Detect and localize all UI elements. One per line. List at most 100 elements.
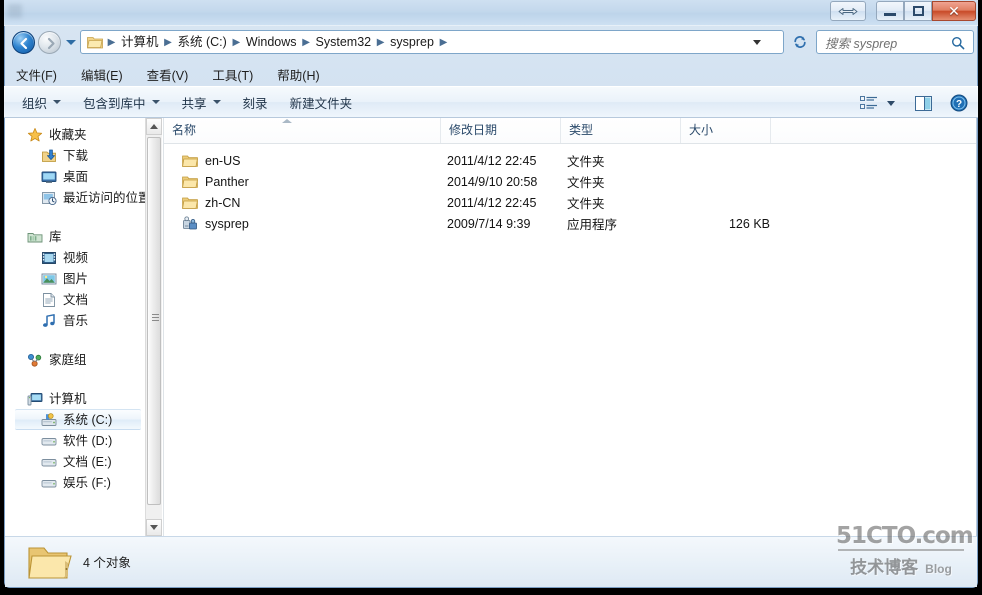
burn-button[interactable]: 刻录 [243, 93, 268, 112]
help-icon[interactable]: ? [950, 94, 968, 112]
table-row[interactable]: en-US 2011/4/12 22:45 文件夹 [164, 150, 976, 171]
sidebar-label: 音乐 [63, 313, 89, 328]
breadcrumb-separator[interactable]: ▶ [300, 37, 313, 48]
star-icon [27, 127, 43, 141]
file-type-cell: 文件夹 [567, 155, 605, 169]
chevron-down-icon [212, 100, 221, 104]
table-row[interactable]: zh-CN 2011/4/12 22:45 文件夹 [164, 192, 976, 213]
back-button[interactable] [12, 31, 35, 54]
menu-tools[interactable]: 工具(T) [212, 65, 253, 84]
sidebar-item-recent-places[interactable]: 最近访问的位置 [5, 187, 145, 208]
column-header-type[interactable]: 类型 [561, 118, 681, 143]
sidebar-item-music[interactable]: 音乐 [5, 310, 145, 331]
breadcrumb-computer[interactable]: 计算机 [118, 31, 162, 53]
file-date-cell: 2009/7/14 9:39 [447, 216, 531, 231]
refresh-button[interactable] [790, 31, 810, 53]
breadcrumb-separator[interactable]: ▶ [374, 37, 387, 48]
breadcrumb-separator: ▶ [107, 36, 116, 48]
sidebar-item-entertainment-f[interactable]: 娱乐 (F:) [5, 472, 145, 493]
search-input[interactable]: 搜索 sysprep [825, 33, 897, 52]
menu-edit[interactable]: 编辑(E) [81, 65, 123, 84]
chevron-up-icon [150, 124, 158, 129]
table-row[interactable]: sysprep 2009/7/14 9:39 应用程序 126 KB [164, 213, 976, 234]
breadcrumb-system-c[interactable]: 系统 (C:) [175, 31, 230, 53]
nav-group-libraries: 库 视频 图片 文档 音乐 [5, 226, 145, 331]
window-title [28, 4, 138, 17]
forward-button[interactable] [38, 31, 61, 54]
close-button[interactable]: ✕ [932, 1, 976, 21]
sidebar-label: 文档 (E:) [63, 454, 112, 469]
minimize-button[interactable] [876, 1, 904, 21]
table-row[interactable]: Panther 2014/9/10 20:58 文件夹 [164, 171, 976, 192]
history-dropdown-button[interactable] [66, 40, 76, 45]
file-name-cell[interactable]: zh-CN [182, 195, 240, 211]
sidebar-item-software-d[interactable]: 软件 (D:) [5, 430, 145, 451]
maximize-icon [912, 6, 924, 16]
breadcrumb-separator[interactable]: ▶ [437, 37, 450, 48]
file-date-cell: 2011/4/12 22:45 [447, 153, 537, 168]
sidebar-item-homegroup[interactable]: 家庭组 [5, 349, 145, 370]
share-with-button[interactable]: 共享 [182, 93, 221, 112]
sidebar-item-documents[interactable]: 文档 [5, 289, 145, 310]
search-box[interactable]: 搜索 sysprep [816, 30, 974, 54]
preview-pane-icon[interactable] [915, 95, 932, 111]
window-right-border [978, 0, 982, 595]
recent-places-icon [42, 191, 57, 205]
menu-file[interactable]: 文件(F) [16, 65, 57, 84]
include-in-library-button[interactable]: 包含到库中 [83, 93, 160, 112]
folder-icon [87, 37, 103, 49]
file-name-label: en-US [205, 153, 241, 168]
videos-icon [42, 251, 56, 264]
breadcrumb-sysprep[interactable]: sysprep [387, 31, 437, 53]
sidebar-item-computer[interactable]: 计算机 [5, 388, 145, 409]
restore-window-button[interactable] [830, 1, 866, 21]
sidebar-item-videos[interactable]: 视频 [5, 247, 145, 268]
system-drive-icon [41, 412, 57, 426]
sidebar-label: 桌面 [63, 169, 89, 184]
breadcrumb-system32[interactable]: System32 [313, 31, 375, 53]
file-type-cell: 应用程序 [567, 218, 618, 232]
new-folder-button[interactable]: 新建文件夹 [290, 93, 353, 112]
maximize-button[interactable] [904, 1, 932, 21]
application-icon [183, 215, 197, 229]
sidebar-item-system-c[interactable]: 系统 (C:) [15, 409, 141, 430]
sidebar-item-pictures[interactable]: 图片 [5, 268, 145, 289]
address-bar-row: ▶ 计算机 ▶ 系统 (C:) ▶ Windows ▶ System32 ▶ s… [4, 26, 978, 59]
address-dropdown-icon[interactable] [753, 40, 761, 45]
scroll-down-button[interactable] [146, 519, 162, 536]
scroll-up-button[interactable] [146, 118, 162, 135]
new-folder-label: 新建文件夹 [289, 96, 353, 111]
breadcrumb-windows[interactable]: Windows [243, 31, 300, 53]
drive-icon [41, 437, 57, 445]
sidebar-item-downloads[interactable]: 下载 [5, 145, 145, 166]
view-options-dropdown-icon[interactable] [887, 100, 895, 106]
file-name-cell[interactable]: en-US [182, 153, 240, 169]
column-header-size[interactable]: 大小 [681, 118, 771, 143]
sidebar-label: 文档 [63, 292, 89, 307]
file-name-cell[interactable]: Panther [182, 174, 249, 190]
view-options-icon[interactable] [860, 96, 878, 110]
column-header-date-modified[interactable]: 修改日期 [441, 118, 561, 143]
nav-group-favorites: 收藏夹 下载 桌面 最近访问的位置 [5, 124, 145, 208]
folder-icon [182, 155, 198, 167]
menu-help[interactable]: 帮助(H) [277, 65, 319, 84]
music-icon [43, 313, 55, 327]
sidebar-item-favorites[interactable]: 收藏夹 [5, 124, 145, 145]
file-name-cell[interactable]: sysprep [182, 215, 249, 232]
navigation-pane-scrollbar[interactable] [145, 118, 162, 536]
breadcrumb-address-bar[interactable]: ▶ 计算机 ▶ 系统 (C:) ▶ Windows ▶ System32 ▶ s… [80, 30, 784, 54]
breadcrumb-separator[interactable]: ▶ [162, 37, 175, 48]
sidebar-item-libraries[interactable]: 库 [5, 226, 145, 247]
sidebar-item-documents-e[interactable]: 文档 (E:) [5, 451, 145, 472]
sidebar-label: 库 [49, 229, 62, 244]
status-bar: 4 个对象 [5, 536, 977, 587]
scrollbar-thumb[interactable] [147, 137, 161, 505]
breadcrumb-separator[interactable]: ▶ [230, 37, 243, 48]
sidebar-item-desktop[interactable]: 桌面 [5, 166, 145, 187]
sidebar-label: 系统 (C:) [63, 412, 113, 427]
column-header-name[interactable]: 名称 [164, 118, 441, 143]
nav-group-computer: 计算机 系统 (C:) 软件 (D:) 文档 (E:) 娱乐 (F:) [5, 388, 145, 493]
organize-button[interactable]: 组织 [22, 93, 62, 112]
menu-view[interactable]: 查看(V) [147, 65, 189, 84]
svg-text:?: ? [956, 99, 962, 110]
